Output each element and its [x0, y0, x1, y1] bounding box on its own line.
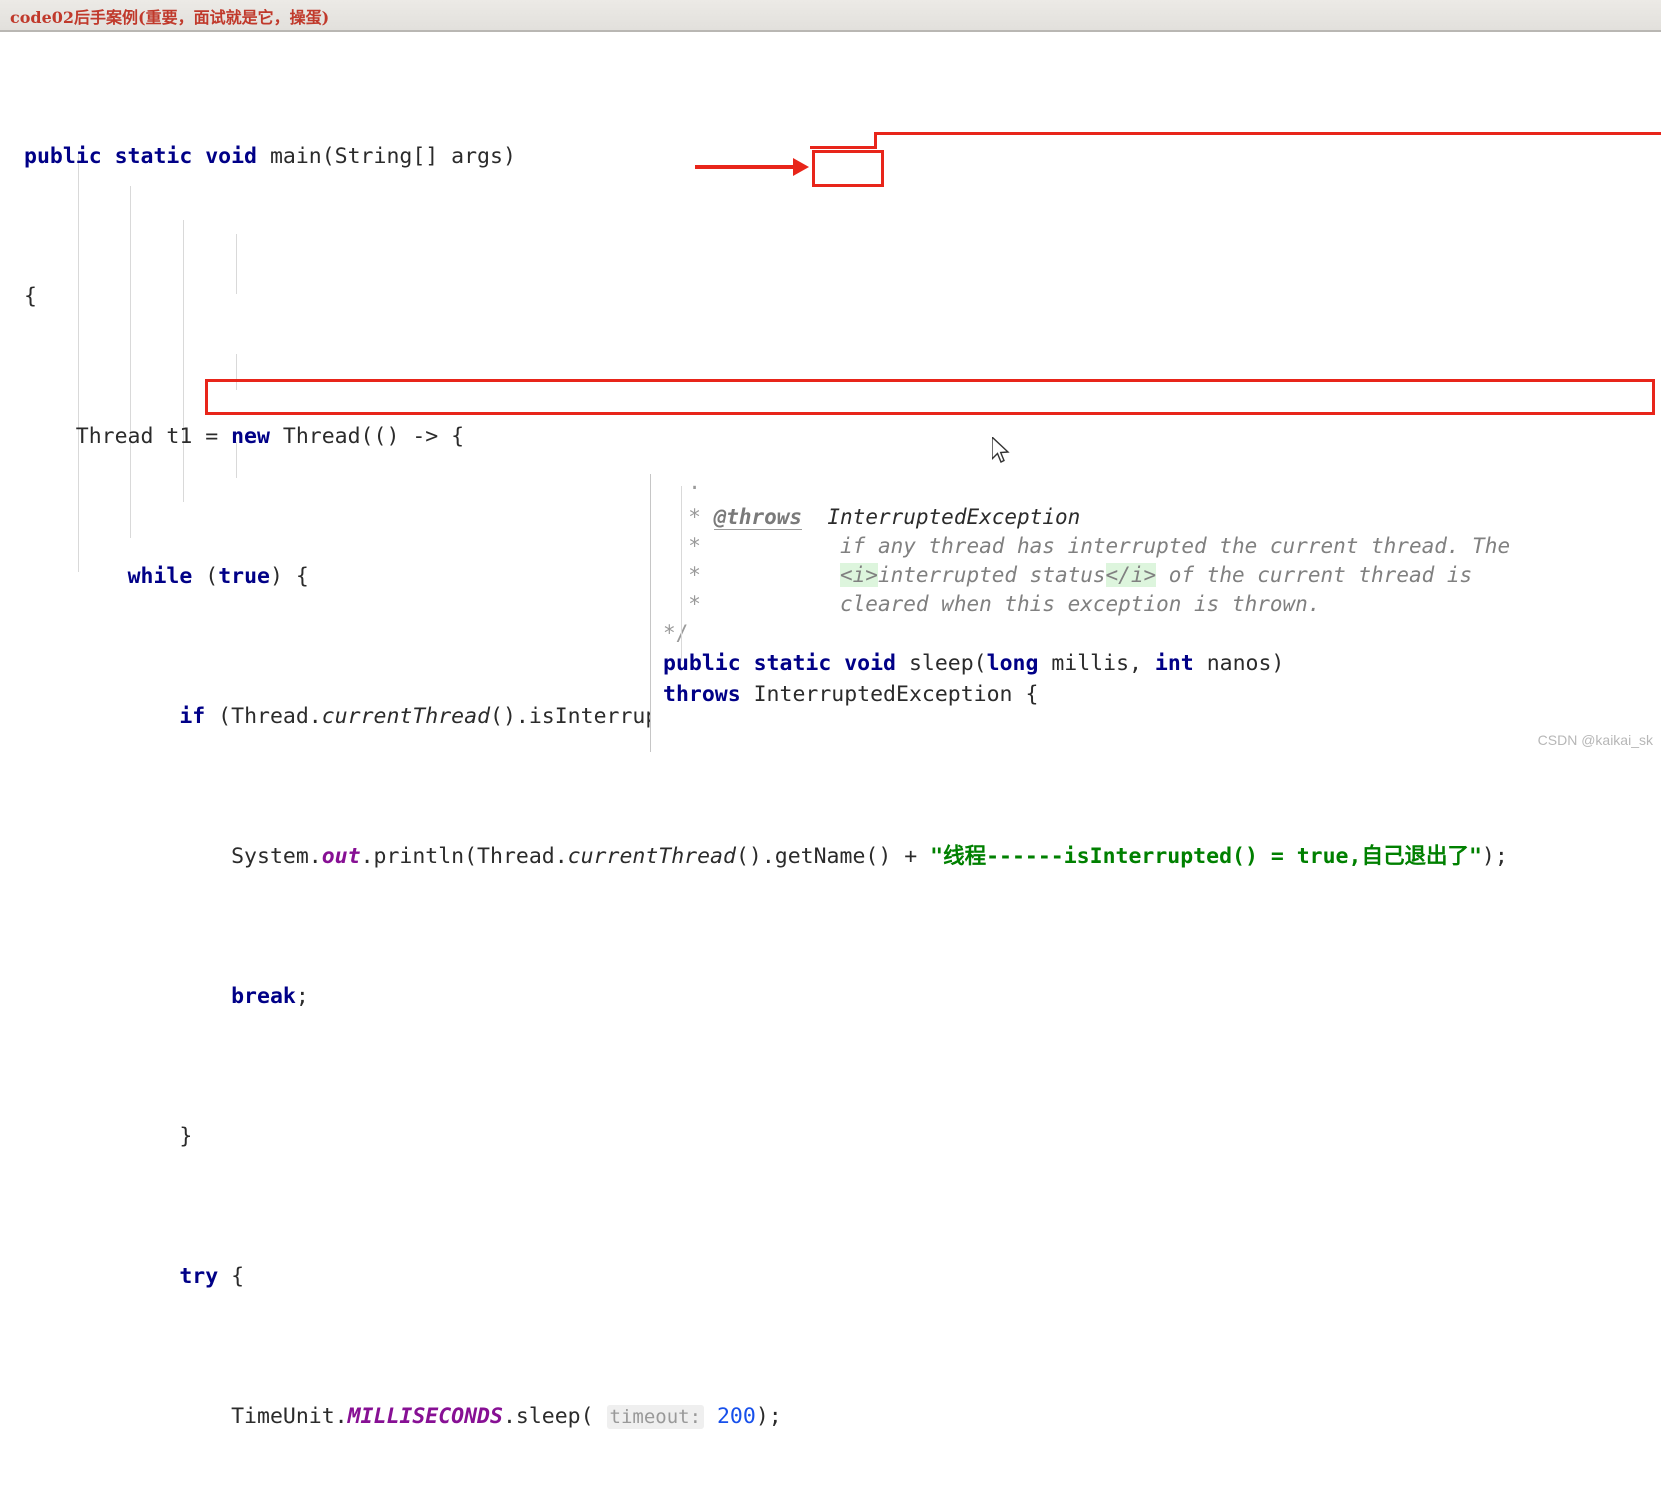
token-plain: sleep(	[908, 651, 987, 676]
token-plain: System.	[24, 844, 322, 869]
code-editor[interactable]: public static void main(String[] args) {…	[0, 34, 1661, 1429]
token-keyword: throws	[663, 682, 741, 707]
code-line[interactable]: System.out.println(Thread.currentThread(…	[0, 839, 1661, 874]
token-keyword: new	[231, 424, 270, 449]
window-title-bar: code02后手案例(重要，面试就是它，操蛋)	[0, 0, 1661, 32]
token-plain: millis,	[1038, 651, 1155, 676]
code-line[interactable]: TimeUnit.MILLISECONDS.sleep( timeout: 20…	[0, 1399, 1661, 1434]
javadoc-i-close-tag: </i>	[1105, 563, 1157, 587]
token-keyword: break	[231, 984, 296, 1009]
javadoc-desc-text: <i>interrupted status</i> of the current…	[714, 563, 1473, 587]
token-keyword: true	[218, 564, 270, 589]
token-keyword: public static void	[663, 651, 909, 676]
javadoc-comment-end: */	[651, 619, 1661, 648]
token-plain: main(String[] args)	[269, 144, 516, 169]
token-plain: Thread t1 =	[24, 424, 232, 449]
token-plain: TimeUnit.	[24, 1404, 348, 1429]
token-plain: (Thread.	[205, 704, 322, 729]
javadoc-exception-text: InterruptedException	[827, 505, 1081, 529]
token-field-out: out	[321, 844, 361, 869]
token-plain: {	[218, 1264, 245, 1289]
token-plain: nanos)	[1193, 651, 1285, 676]
token-plain: ;	[295, 984, 309, 1009]
token-plain: InterruptedException {	[740, 682, 1039, 707]
javadoc-blank-line: ·	[651, 474, 1661, 503]
token-keyword: while	[127, 564, 193, 589]
token-string: "线程------isInterrupted() = true,自己退出了"	[930, 844, 1482, 869]
token-plain: ().getName() +	[735, 844, 931, 869]
token-keyword: try	[179, 1264, 219, 1289]
method-throws-line: throws InterruptedException {	[651, 679, 1661, 710]
javadoc-throws-tag[interactable]: @throws	[713, 505, 803, 530]
token-plain: .sleep(	[502, 1404, 607, 1429]
code-line[interactable]: {	[0, 279, 1661, 314]
token-keyword: long	[986, 651, 1039, 676]
javadoc-star: *	[663, 505, 714, 529]
javadoc-desc-2-rest: of the current thread is	[1156, 563, 1473, 587]
token-plain: {	[24, 284, 37, 309]
javadoc-desc-line-3: * cleared when this exception is thrown.	[651, 590, 1661, 619]
token-plain: ) {	[269, 564, 309, 589]
javadoc-popup[interactable]: · * @throws InterruptedException * if an…	[650, 474, 1661, 752]
param-hint-timeout: timeout:	[606, 1405, 705, 1429]
token-method: currentThread	[321, 704, 491, 729]
javadoc-desc-1-text: if any thread has interrupted the curren…	[840, 534, 1511, 558]
javadoc-desc-text: if any thread has interrupted the curren…	[714, 534, 1511, 558]
token-plain: }	[24, 1124, 193, 1149]
javadoc-star: *	[663, 534, 714, 558]
token-plain: );	[1481, 844, 1508, 869]
indent-guide	[681, 486, 682, 661]
token-plain: (	[192, 564, 219, 589]
code-block[interactable]: public static void main(String[] args) {…	[0, 34, 1661, 1504]
code-line[interactable]: public static void main(String[] args)	[0, 139, 1661, 174]
code-line[interactable]: Thread t1 = new Thread(() -> {	[0, 419, 1661, 454]
code-line[interactable]: }	[0, 1119, 1661, 1154]
javadoc-desc-line-1: * if any thread has interrupted the curr…	[651, 532, 1661, 561]
token-keyword: if	[179, 704, 206, 729]
token-keyword: public static void	[24, 144, 270, 169]
javadoc-star: *	[663, 592, 714, 616]
javadoc-throws-line: * @throws InterruptedException	[651, 503, 1661, 532]
javadoc-cleared-word: cleared	[840, 592, 929, 616]
token-plain: .println(Thread.	[360, 844, 568, 869]
javadoc-exception-name: InterruptedException	[802, 505, 1080, 529]
page-title: code02后手案例(重要，面试就是它，操蛋)	[10, 8, 330, 27]
token-keyword: int	[1154, 651, 1194, 676]
javadoc-desc-line-2: * <i>interrupted status</i> of the curre…	[651, 561, 1661, 590]
javadoc-desc-3-rest: when this exception is thrown.	[928, 592, 1321, 616]
method-signature-line: public static void sleep(long millis, in…	[651, 648, 1661, 679]
javadoc-i-open-tag: <i>	[840, 563, 878, 587]
code-line[interactable]: break;	[0, 979, 1661, 1014]
code-line[interactable]: try {	[0, 1259, 1661, 1294]
token-method: currentThread	[567, 844, 736, 869]
token-plain: Thread(() -> {	[269, 424, 465, 449]
javadoc-interrupted-status-text: interrupted status	[877, 563, 1106, 587]
token-field-milliseconds: MILLISECONDS	[347, 1404, 503, 1429]
javadoc-desc-text: cleared when this exception is thrown.	[714, 592, 1321, 616]
watermark: CSDN @kaikai_sk	[1537, 732, 1653, 748]
javadoc-star: *	[663, 563, 714, 587]
token-number: 200	[716, 1404, 756, 1429]
token-plain: );	[755, 1404, 782, 1429]
javadoc-star: */	[663, 621, 689, 645]
